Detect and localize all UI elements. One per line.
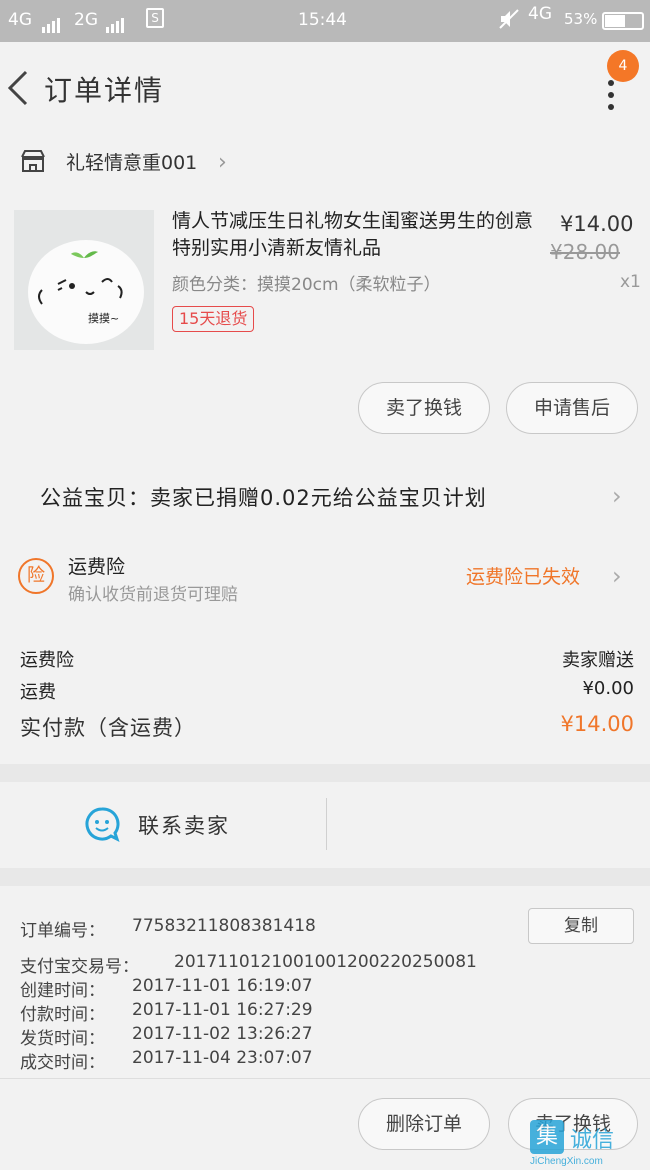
notification-badge: 4 [607,50,639,82]
mute-icon [498,8,520,35]
insurance-title: 运费险 [68,556,126,578]
quantity: x1 [620,272,641,292]
signal-icon [106,13,126,33]
info-label: 发货时间： [20,1029,105,1049]
info-label: 创建时间： [20,981,105,1001]
info-row: 付款时间： 2017-11-01 16:27:29 [20,1000,313,1025]
info-value: 2017110121001001200220250081 [174,952,477,972]
product-card[interactable]: 摸摸~ 情人节减压生日礼物女生闺蜜送男生的创意特别实用小清新友情礼品 ¥14.0… [0,198,650,454]
charity-row[interactable]: 公益宝贝：卖家已捐赠0.02元给公益宝贝计划 › [0,456,650,538]
total-value: ¥14.00 [560,712,634,736]
thumb-caption: 摸摸~ [88,312,120,325]
watermark-logo: 集 [530,1120,564,1154]
info-row: 支付宝交易号： 2017110121001001200220250081 [20,952,477,977]
info-value: 2017-11-01 16:19:07 [132,976,313,996]
info-label: 支付宝交易号： [20,957,139,977]
info-row: 发货时间： 2017-11-02 13:26:27 [20,1024,313,1049]
network-label: 4G [528,4,552,24]
info-label: 订单编号： [20,921,105,941]
battery-icon [602,12,644,30]
fee-value: 卖家赠送 [562,650,634,671]
shop-row[interactable]: 礼轻情意重001 › [0,130,650,194]
watermark: 集 诚信 JiChengXin.com [530,1120,650,1170]
section-divider [0,868,650,886]
divider [0,1078,650,1079]
clock: 15:44 [298,10,347,30]
sell-button[interactable]: 卖了换钱 [358,382,490,434]
charity-text: 公益宝贝：卖家已捐赠0.02元给公益宝贝计划 [40,486,487,510]
fee-value: ¥0.00 [582,678,634,699]
status-bar: 4G 2G S 15:44 4G 53% [0,0,650,42]
total-label: 实付款（含运费） [20,716,196,740]
watermark-url: JiChengXin.com [530,1156,603,1167]
info-row: 创建时间： 2017-11-01 16:19:07 [20,976,313,1001]
fee-label: 运费险 [20,650,74,671]
chevron-right-icon: › [612,482,622,510]
shop-name: 礼轻情意重001 [66,152,198,174]
divider [326,798,327,850]
battery-percent: 53% [564,10,598,28]
info-label: 付款时间： [20,1005,105,1025]
info-label: 成交时间： [20,1053,105,1073]
shipping-insurance-row[interactable]: 险 运费险 确认收货前退货可理赔 运费险已失效 › [0,540,650,622]
nav-bar: 订单详情 [0,42,650,130]
order-info: 订单编号： 77583211808381418 复制 支付宝交易号： 20171… [0,886,650,1076]
sim-icon: S [146,8,164,28]
more-icon[interactable] [598,80,624,110]
insurance-status: 运费险已失效 [466,566,581,588]
product-title[interactable]: 情人节减压生日礼物女生闺蜜送男生的创意特别实用小清新友情礼品 [172,208,542,262]
info-row: 成交时间： 2017-11-04 23:07:07 [20,1048,313,1073]
after-sale-button[interactable]: 申请售后 [506,382,638,434]
fee-label: 运费 [20,682,56,703]
delete-order-button[interactable]: 删除订单 [358,1098,490,1150]
shop-icon [20,150,46,172]
return-tag: 15天退货 [172,306,255,332]
product-price: ¥14.00 [560,212,634,236]
info-value: 2017-11-02 13:26:27 [132,1024,313,1044]
page-title: 订单详情 [44,74,165,107]
network-label: 4G [8,10,32,30]
info-value: 2017-11-01 16:27:29 [132,1000,313,1020]
product-spec: 颜色分类：摸摸20cm（柔软粒子） [172,275,441,295]
chevron-right-icon: › [218,150,227,175]
network-label: 2G [74,10,98,30]
copy-button[interactable]: 复制 [528,908,634,944]
contact-bar: 联系卖家 [0,782,650,868]
watermark-name: 诚信 [570,1128,615,1153]
fee-summary: 运费险 卖家赠送 运费 ¥0.00 实付款（含运费） ¥14.00 [0,636,650,754]
chat-icon[interactable] [84,806,120,842]
back-icon[interactable] [6,70,32,106]
info-value: 2017-11-04 23:07:07 [132,1048,313,1068]
insurance-subtitle: 确认收货前退货可理赔 [68,585,238,605]
order-number-row: 订单编号： 77583211808381418 [20,916,316,941]
contact-seller-button[interactable]: 联系卖家 [138,810,230,840]
order-number: 77583211808381418 [132,916,316,936]
chevron-right-icon: › [612,562,622,590]
original-price: ¥28.00 [550,240,620,264]
product-thumbnail[interactable]: 摸摸~ [14,210,154,350]
section-divider [0,764,650,782]
insurance-icon: 险 [18,558,54,594]
signal-icon [42,13,62,33]
